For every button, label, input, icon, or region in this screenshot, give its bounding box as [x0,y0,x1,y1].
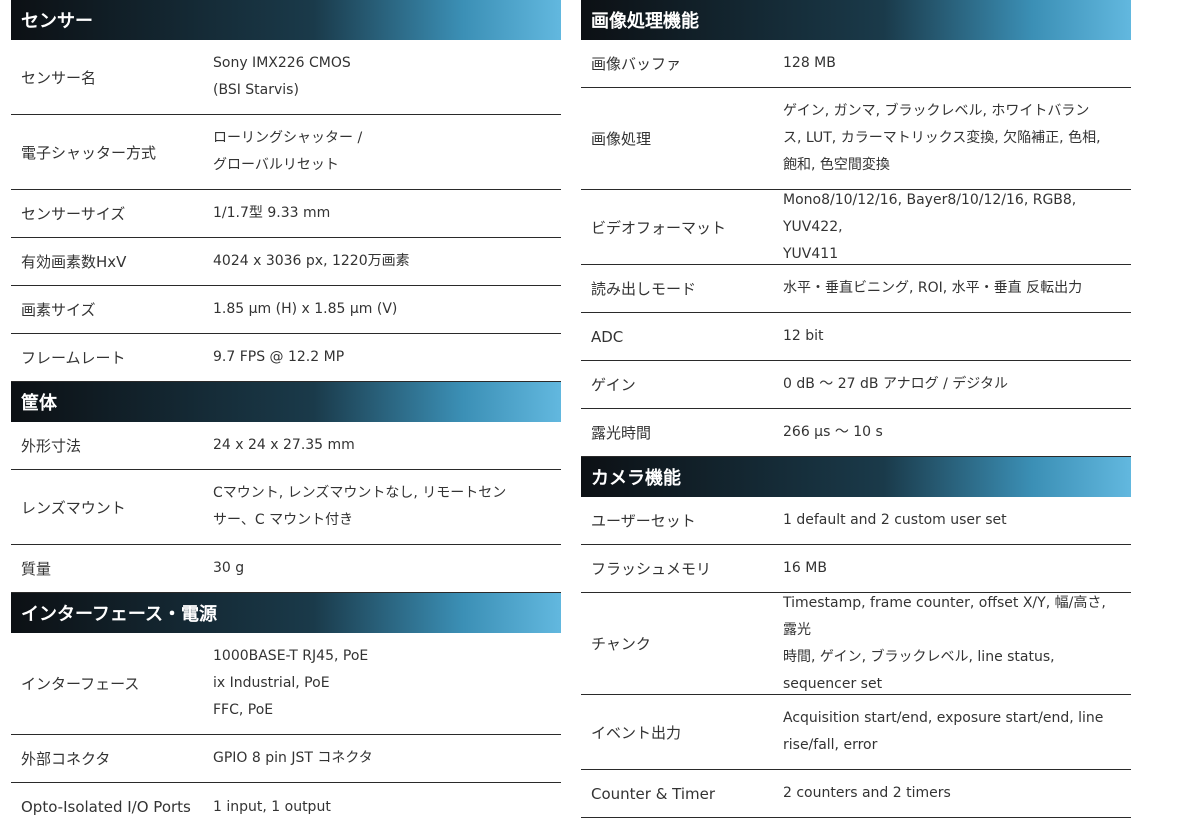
spec-label: チャンク [591,635,651,653]
spec-value: 1.85 µm (H) x 1.85 µm (V) [213,301,398,317]
spec-row: 露光時間 266 µs ～ 10 s [581,409,1131,457]
spec-row: インターフェース 1000BASE-T RJ45, PoE ix Industri… [11,633,561,735]
spec-label: 画素サイズ [21,301,96,319]
spec-value: Sony IMX226 CMOS (BSI Starvis) [213,55,351,98]
spec-value: Mono8/10/12/16, Bayer8/10/12/16, RGB8, Y… [783,191,1077,262]
spec-label: Opto-Isolated I/O Ports [21,798,191,816]
spec-label: Counter & Timer [591,784,716,803]
spec-value: GPIO 8 pin JST コネクタ [213,750,373,766]
spec-value: Cマウント, レンズマウントなし, リモートセン サー、C マウント付き [213,485,507,528]
spec-row: 電子シャッター方式 ローリングシャッター / グローバルリセット [11,115,561,190]
spec-row: イベント出力 Acquisition start/end, exposure st… [581,695,1131,770]
spec-row: センサーサイズ 1/1.7型 9.33 mm [11,190,561,238]
spec-row: ゲイン 0 dB ～ 27 dB アナログ / デジタル [581,361,1131,409]
spec-value: 水平・垂直ビニング, ROI, 水平・垂直 反転出力 [783,280,1083,296]
spec-label: ゲイン [591,376,636,394]
spec-value: 0 dB ～ 27 dB アナログ / デジタル [783,376,1009,392]
spec-value: 128 MB [783,55,836,71]
spec-value: 24 x 24 x 27.35 mm [213,437,355,453]
spec-row: レンズマウント Cマウント, レンズマウントなし, リモートセン サー、C マウン… [11,470,561,545]
spec-value: ゲイン, ガンマ, ブラックレベル, ホワイトバラン ス, LUT, カラーマト… [783,103,1101,173]
spec-label: 電子シャッター方式 [21,143,157,162]
section-header: センサー [11,0,561,40]
spec-value: 9.7 FPS @ 12.2 MP [213,349,345,365]
spec-label: インターフェース [21,675,140,693]
section-header: 画像処理機能 [581,0,1131,40]
spec-label: ユーザーセット [591,512,696,530]
spec-row: 画像処理 ゲイン, ガンマ, ブラックレベル, ホワイトバラン ス, LUT, カ… [581,88,1131,190]
spec-label: 外部コネクタ [21,750,111,768]
spec-row: ADC 12 bit [581,313,1131,361]
spec-label: 質量 [21,560,52,578]
spec-label: ビデオフォーマット [591,218,727,237]
spec-row: 外形寸法 24 x 24 x 27.35 mm [11,422,561,470]
left-spec-column: センサーセンサー名 Sony IMX226 CMOS (BSI Starvis) 電… [11,0,561,831]
spec-row: ビデオフォーマット Mono8/10/12/16, Bayer8/10/12/16… [581,190,1131,265]
spec-row: チャンク Timestamp, frame counter, offset X/Y… [581,593,1131,695]
spec-row: 有効画素数HxV 4024 x 3036 px, 1220万画素 [11,238,561,286]
spec-value: ローリングシャッター / グローバルリセット [213,130,363,173]
spec-row: センサー名 Sony IMX226 CMOS (BSI Starvis) [11,40,561,115]
spec-value: Acquisition start/end, exposure start/en… [783,710,1104,753]
spec-value: 1 default and 2 custom user set [783,512,1007,528]
spec-label: 外形寸法 [21,437,82,455]
right-spec-column: 画像処理機能画像バッファ 128 MB 画像処理 ゲイン, ガンマ, ブラックレベル,… [581,0,1131,818]
spec-row: 画素サイズ 1.85 µm (H) x 1.85 µm (V) [11,286,561,334]
spec-row: 質量 30 g [11,545,561,593]
spec-label: センサーサイズ [21,205,126,223]
spec-value: 1000BASE-T RJ45, PoE ix Industrial, PoE … [213,648,369,718]
spec-label: 有効画素数HxV [21,253,127,271]
spec-label: 画像処理 [591,130,652,148]
spec-row: 外部コネクタ GPIO 8 pin JST コネクタ [11,735,561,783]
spec-row: フラッシュメモリ 16 MB [581,545,1131,593]
spec-label: センサー名 [21,68,97,87]
section-header: インターフェース・電源 [11,593,561,633]
spec-row: 読み出しモード 水平・垂直ビニング, ROI, 水平・垂直 反転出力 [581,265,1131,313]
spec-value: 4024 x 3036 px, 1220万画素 [213,253,410,269]
spec-label: ADC [591,327,624,346]
spec-label: フラッシュメモリ [591,560,712,578]
section-header: 筐体 [11,382,561,422]
spec-value: 12 bit [783,328,824,344]
spec-value: Timestamp, frame counter, offset X/Y, 幅/… [783,594,1106,692]
spec-value: 266 µs ～ 10 s [783,424,883,440]
spec-row: フレームレート 9.7 FPS @ 12.2 MP [11,334,561,382]
spec-label: 画像バッファ [591,55,682,73]
section-header: カメラ機能 [581,457,1131,497]
spec-row: Opto-Isolated I/O Ports 1 input, 1 output [11,783,561,831]
spec-label: 読み出しモード [591,280,697,298]
spec-label: フレームレート [21,349,126,367]
spec-label: 露光時間 [591,424,652,442]
spec-value: 1/1.7型 9.33 mm [213,205,331,221]
spec-value: 2 counters and 2 timers [783,785,951,801]
spec-row: ユーザーセット 1 default and 2 custom user set [581,497,1131,545]
spec-value: 1 input, 1 output [213,798,331,815]
spec-value: 30 g [213,560,245,576]
spec-value: 16 MB [783,560,827,576]
spec-row: 画像バッファ 128 MB [581,40,1131,88]
spec-label: レンズマウント [21,498,126,517]
spec-label: イベント出力 [591,723,682,742]
